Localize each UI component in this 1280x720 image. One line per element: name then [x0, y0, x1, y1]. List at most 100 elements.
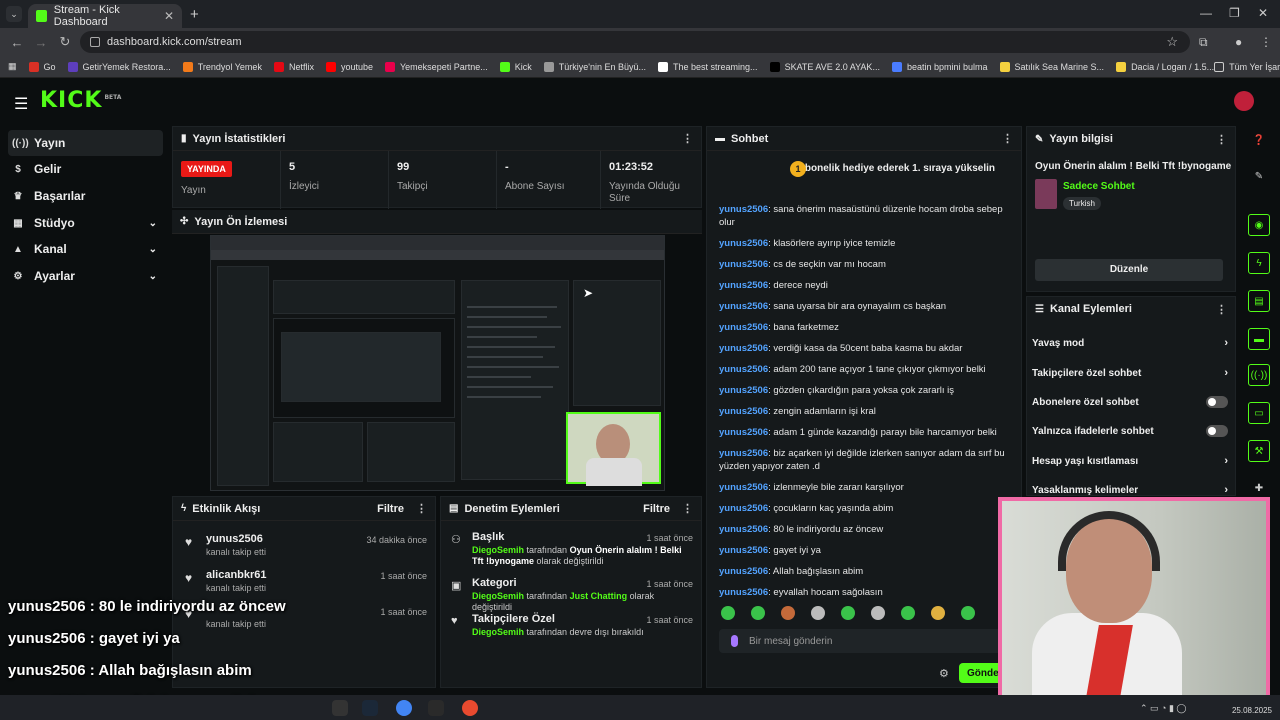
site-info-icon[interactable] — [90, 37, 100, 47]
chevron-right-icon[interactable]: › — [1224, 367, 1228, 379]
emote-icon[interactable] — [811, 606, 825, 620]
bookmark-0[interactable]: Go — [28, 61, 56, 72]
bookmark-10[interactable]: beatin bpmini bulma — [891, 61, 988, 72]
browser-tab[interactable]: Stream - Kick Dashboard ✕ — [28, 4, 182, 28]
wrench-icon[interactable]: ⚒ — [1248, 440, 1270, 462]
chat-tool-icon[interactable]: ▬ — [1248, 328, 1270, 350]
moderation-menu-icon[interactable]: ⋮ — [682, 502, 693, 515]
bookmark-11[interactable]: Satılık Sea Marine S... — [999, 61, 1104, 72]
maximize-icon[interactable]: ❐ — [1229, 6, 1240, 20]
bookmark-5[interactable]: Yemeksepeti Partne... — [385, 61, 488, 72]
chrome-icon[interactable] — [396, 700, 412, 716]
stream-preview-video[interactable]: ➤ — [210, 235, 665, 491]
emote-icon[interactable] — [961, 606, 975, 620]
channel-actions-menu-icon[interactable]: ⋮ — [1216, 303, 1227, 316]
browser-menu-icon[interactable]: ⋮ — [1260, 35, 1272, 49]
close-tab-icon[interactable]: ✕ — [164, 9, 174, 23]
sidebar-item-4[interactable]: ▲ Kanal ⌄ — [8, 236, 163, 262]
help-icon[interactable]: ❓ — [1248, 130, 1270, 152]
menu-icon[interactable]: ☰ — [14, 94, 28, 114]
chat-menu-icon[interactable]: ⋮ — [1002, 132, 1013, 145]
edit-icon[interactable]: ✎ — [1248, 166, 1270, 188]
activity-menu-icon[interactable]: ⋮ — [416, 502, 427, 515]
activity-item[interactable]: ♥ alicanbkr61 kanalı takip etti 1 saat önce — [173, 567, 437, 599]
chat-username[interactable]: yunus2506 — [719, 204, 768, 215]
bookmark-2[interactable]: Trendyol Yemek — [182, 61, 262, 72]
app-red-icon[interactable] — [462, 700, 478, 716]
emote-icon[interactable] — [901, 606, 915, 620]
activity-filter-button[interactable]: Filtre — [377, 503, 404, 515]
bookmark-12[interactable]: Dacia / Logan / 1.5... — [1116, 61, 1214, 72]
emote-picker-icon[interactable] — [731, 635, 738, 647]
epic-games-icon[interactable] — [428, 700, 444, 716]
emote-icon[interactable] — [781, 606, 795, 620]
profile-icon[interactable]: ● — [1235, 35, 1242, 49]
back-icon[interactable]: ← — [10, 35, 24, 50]
activity-item[interactable]: ♥ yunus2506 kanalı takip etti 34 dakika önc… — [173, 531, 437, 563]
toggle-switch[interactable] — [1206, 396, 1228, 408]
stream-category[interactable]: Sadece Sohbet — [1063, 181, 1135, 192]
chevron-right-icon[interactable]: › — [1224, 484, 1228, 496]
chat-username[interactable]: yunus2506 — [719, 587, 768, 598]
url-field[interactable]: dashboard.kick.com/stream ☆ — [80, 31, 1190, 53]
moderator-name[interactable]: DiegoSemih — [472, 591, 524, 601]
emote-icon[interactable] — [751, 606, 765, 620]
chat-username[interactable]: yunus2506 — [719, 524, 768, 535]
tray-icons[interactable]: ⌃ ▭ ◔ ▮ ◯ — [1140, 703, 1187, 714]
forward-icon[interactable]: → — [34, 35, 48, 50]
bookmark-4[interactable]: youtube — [325, 61, 373, 72]
sidebar-item-3[interactable]: ▦ Stüdyo ⌄ — [8, 210, 163, 236]
bookmark-7[interactable]: Türkiye'nin En Büyü... — [543, 61, 646, 72]
close-window-icon[interactable]: ✕ — [1258, 6, 1268, 20]
emote-icon[interactable] — [841, 606, 855, 620]
chat-username[interactable]: yunus2506 — [719, 301, 768, 312]
emote-icon[interactable] — [871, 606, 885, 620]
channel-action-4[interactable]: Hesap yaşı kısıtlaması › — [1032, 451, 1228, 471]
chat-username[interactable]: yunus2506 — [719, 448, 768, 459]
sidebar-item-2[interactable]: ♛ Başarılar — [8, 183, 163, 209]
app-icon[interactable] — [332, 700, 348, 716]
pinned-banner[interactable]: 1 1 abonelik hediye ederek 1. sıraya yük… — [707, 151, 1021, 185]
all-bookmarks-link[interactable]: Tüm Yer İşaretleri — [1214, 61, 1280, 72]
channel-action-2[interactable]: Abonelere özel sohbet — [1032, 392, 1228, 412]
emote-icon[interactable] — [721, 606, 735, 620]
moderator-name[interactable]: DiegoSemih — [472, 627, 524, 637]
chat-username[interactable]: yunus2506 — [719, 385, 768, 396]
channel-action-0[interactable]: Yavaş mod › — [1032, 333, 1228, 353]
chat-username[interactable]: yunus2506 — [719, 503, 768, 514]
chat-username[interactable]: yunus2506 — [719, 322, 768, 333]
minimize-icon[interactable]: — — [1200, 6, 1212, 20]
camera-icon[interactable]: ◉ — [1248, 214, 1270, 236]
chat-username[interactable]: yunus2506 — [719, 238, 768, 249]
broadcast-tool-icon[interactable]: ((·)) — [1248, 364, 1270, 386]
apps-icon[interactable]: ▦ — [8, 61, 17, 72]
channel-action-1[interactable]: Takipçilere özel sohbet › — [1032, 363, 1228, 383]
user-avatar[interactable] — [1234, 91, 1254, 111]
bookmark-1[interactable]: GetirYemek Restora... — [67, 61, 171, 72]
reload-icon[interactable]: ↻ — [58, 34, 72, 50]
chevron-down-icon[interactable]: ⌄ — [149, 271, 157, 282]
kick-logo[interactable]: KICK BETA — [40, 88, 121, 113]
chevron-right-icon[interactable]: › — [1224, 455, 1228, 467]
new-tab-icon[interactable]: + — [190, 6, 199, 23]
edit-stream-info-button[interactable]: Düzenle — [1035, 259, 1223, 281]
sidebar-item-5[interactable]: ⚙ Ayarlar ⌄ — [8, 263, 163, 289]
tab-search-icon[interactable]: ⌄ — [6, 6, 22, 22]
bolt-tool-icon[interactable]: ϟ — [1248, 252, 1270, 274]
steam-icon[interactable] — [362, 700, 378, 716]
chat-username[interactable]: yunus2506 — [719, 343, 768, 354]
chat-username[interactable]: yunus2506 — [719, 566, 768, 577]
emote-icon[interactable] — [931, 606, 945, 620]
toggle-switch[interactable] — [1206, 425, 1228, 437]
chevron-down-icon[interactable]: ⌄ — [149, 218, 157, 229]
chevron-right-icon[interactable]: › — [1224, 337, 1228, 349]
chat-input[interactable]: Bir mesaj gönderin — [719, 629, 1003, 653]
chat-username[interactable]: yunus2506 — [719, 259, 768, 270]
channel-action-3[interactable]: Yalnızca ifadelerle sohbet — [1032, 421, 1228, 441]
sidebar-item-0[interactable]: ((·)) Yayın — [8, 130, 163, 156]
stream-info-menu-icon[interactable]: ⋮ — [1216, 133, 1227, 146]
clipboard-icon[interactable]: ▤ — [1248, 290, 1270, 312]
stats-menu-icon[interactable]: ⋮ — [682, 132, 693, 145]
chat-username[interactable]: yunus2506 — [719, 364, 768, 375]
extensions-icon[interactable]: ⧉ — [1199, 35, 1208, 50]
